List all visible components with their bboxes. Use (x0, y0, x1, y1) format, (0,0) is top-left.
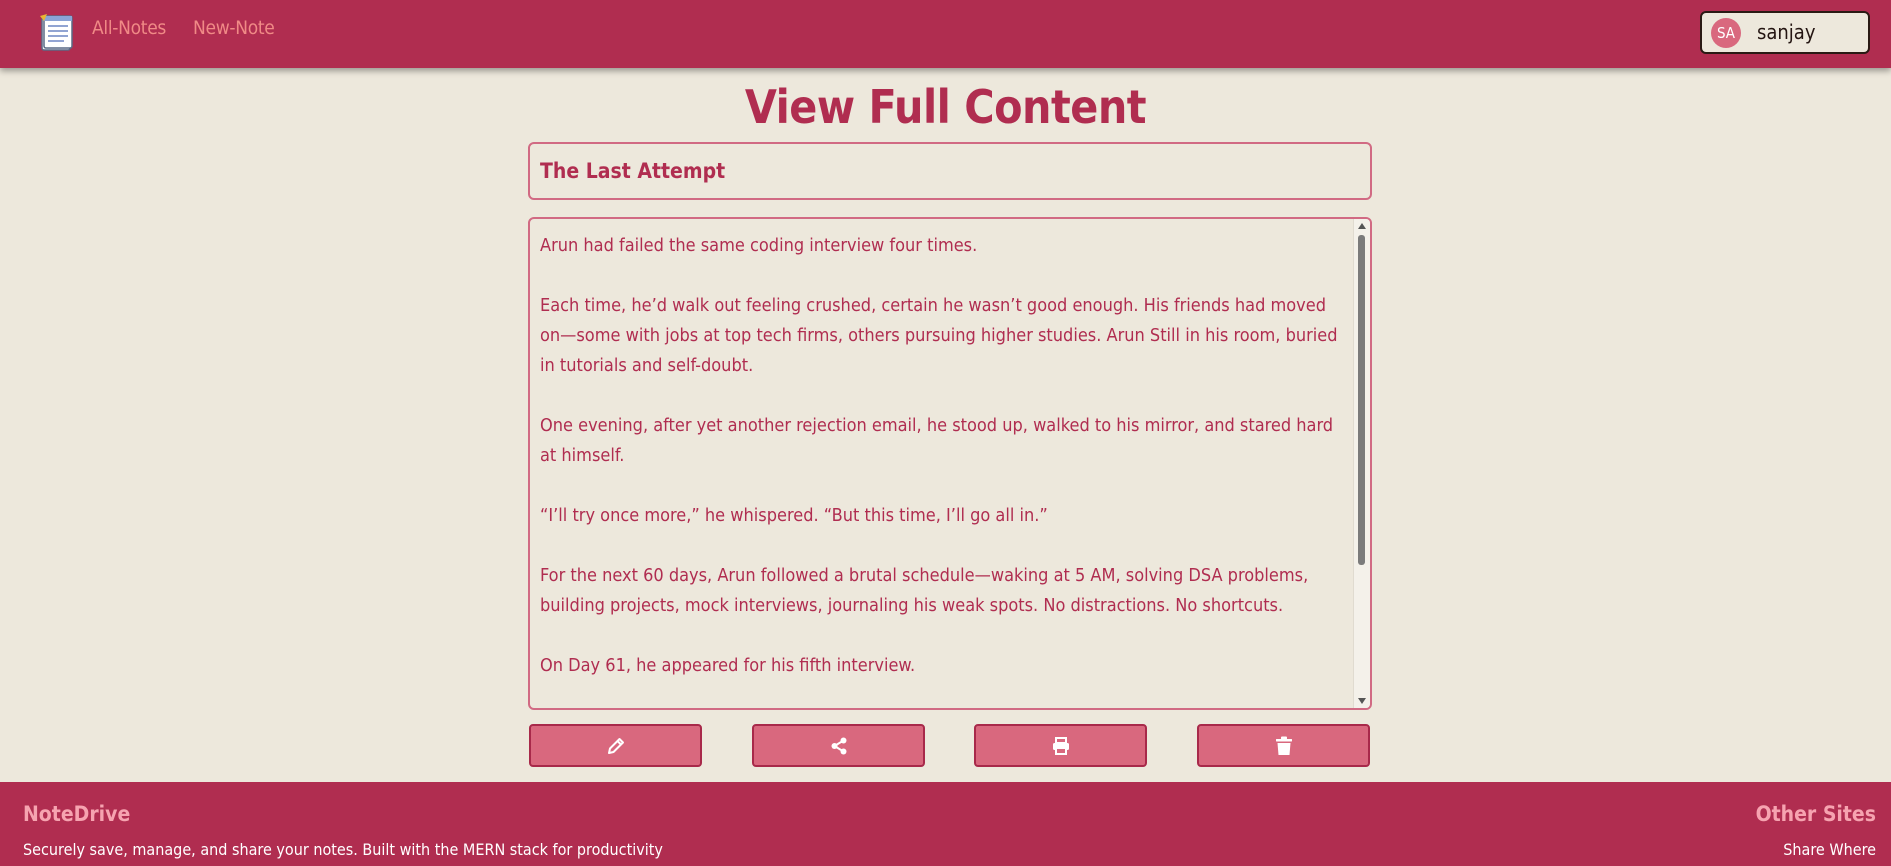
delete-button[interactable] (1197, 724, 1370, 767)
scroll-down-arrow-icon[interactable] (1358, 698, 1366, 704)
nav-new-note-link[interactable]: New-Note (193, 17, 275, 39)
footer-tagline: Securely save, manage, and share your no… (23, 840, 663, 859)
avatar: SA (1711, 18, 1741, 48)
footer-brand: NoteDrive (23, 802, 131, 826)
note-content-area[interactable]: Arun had failed the same coding intervie… (528, 217, 1372, 710)
page-title: View Full Content (744, 80, 1147, 134)
scroll-thumb[interactable] (1358, 235, 1365, 565)
trash-icon (1275, 736, 1292, 755)
share-button[interactable] (752, 724, 925, 767)
share-icon (831, 737, 846, 754)
pencil-icon (607, 737, 624, 754)
navbar: All-Notes New-Note SA sanjay (0, 0, 1891, 68)
print-button[interactable] (974, 724, 1147, 767)
content-scrollbar[interactable] (1353, 219, 1370, 708)
edit-button[interactable] (529, 724, 702, 767)
note-title-field[interactable]: The Last Attempt (528, 142, 1372, 200)
footer: NoteDrive Securely save, manage, and sha… (0, 782, 1891, 866)
footer-share-where-link[interactable]: Share Where (1783, 840, 1876, 859)
content-paragraph: Arun had failed the same coding intervie… (540, 235, 978, 256)
content-paragraph: Each time, he’d walk out feeling crushed… (540, 295, 1338, 376)
footer-other-sites-heading: Other Sites (1755, 802, 1876, 826)
content-paragraph: For the next 60 days, Arun followed a br… (540, 565, 1309, 616)
user-menu-button[interactable]: SA sanjay (1700, 11, 1870, 54)
notepad-logo-icon[interactable] (38, 14, 76, 52)
content-paragraph: One evening, after yet another rejection… (540, 415, 1334, 466)
print-icon (1052, 736, 1069, 755)
nav-all-notes-link[interactable]: All-Notes (92, 17, 166, 39)
content-paragraph: On Day 61, he appeared for his fifth int… (540, 655, 916, 676)
note-content-text: Arun had failed the same coding intervie… (540, 231, 1350, 708)
note-title-text: The Last Attempt (540, 159, 726, 183)
scroll-up-arrow-icon[interactable] (1358, 223, 1366, 229)
content-paragraph: “I’ll try once more,” he whispered. “But… (540, 505, 1048, 526)
username-label: sanjay (1757, 20, 1816, 44)
